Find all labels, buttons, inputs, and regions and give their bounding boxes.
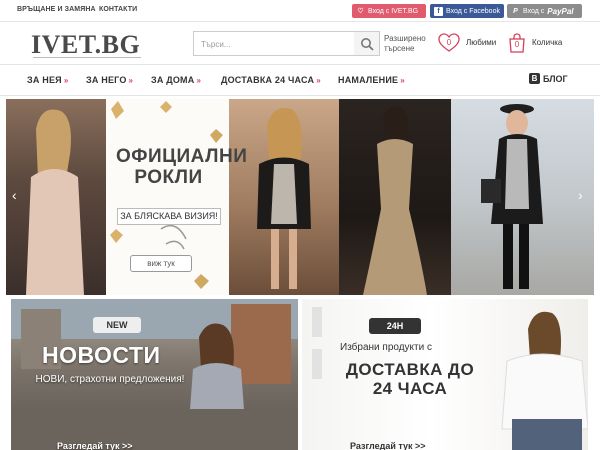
paypal-icon: P (513, 7, 518, 15)
favorites-label[interactable]: Любими (466, 38, 496, 47)
nav-label: ЗА НЕГО (86, 75, 127, 85)
chevron-right-icon: » (400, 76, 405, 85)
promo-new-link[interactable]: Разгледай тук >> (57, 441, 133, 450)
login-facebook-label: Вход с Facebook (446, 7, 500, 15)
promo-new-title: НОВОСТИ (42, 342, 161, 368)
paypal-brand: PayPal (547, 6, 574, 16)
promo-new-subtitle: НОВИ, страхотни предложения! (35, 374, 185, 385)
promo-new-arrivals[interactable]: NEW НОВОСТИ НОВИ, страхотни предложения!… (11, 299, 298, 450)
nav-label: ДОСТАВКА 24 ЧАСА (221, 75, 315, 85)
chevron-right-icon: » (316, 76, 321, 85)
nav-label: НАМАЛЕНИЕ (338, 75, 399, 85)
chevron-right-icon: » (128, 76, 134, 85)
nav-label: ЗА НЕЯ (27, 75, 62, 85)
nav-label: ЗА ДОМА (151, 75, 195, 85)
hero-tagline: ЗА БЛЯСКАВА ВИЗИЯ! (117, 208, 221, 225)
slider-prev-arrow-icon[interactable]: ‹ (12, 187, 24, 207)
chevron-right-icon: » (63, 76, 69, 85)
24h-badge: 24H (369, 318, 421, 334)
favorites-count: 0 (446, 38, 452, 47)
hero-view-button[interactable]: виж тук (130, 255, 192, 272)
login-ivet-button[interactable]: ♡ Вход с IVET.BG (352, 4, 426, 18)
nav-item-for-her[interactable]: ЗА НЕЯ» (27, 75, 68, 85)
facebook-icon: f (434, 6, 443, 16)
advanced-search-line1: Разширено (384, 34, 426, 43)
returns-link[interactable]: ВРЪЩАНЕ И ЗАМЯНА (17, 6, 96, 13)
site-logo[interactable]: IVET.BG (31, 30, 140, 60)
promo-24h-link[interactable]: Разгледай тук >> (350, 441, 426, 450)
search-input[interactable]: Търси... (193, 31, 355, 56)
nav-item-sale[interactable]: НАМАЛЕНИЕ» (338, 75, 405, 85)
cart-label[interactable]: Количка (532, 38, 562, 47)
nav-item-home[interactable]: ЗА ДОМА» (151, 75, 201, 85)
slider-next-arrow-icon[interactable]: › (578, 187, 590, 207)
chevron-right-icon: » (196, 76, 202, 85)
login-paypal-button[interactable]: P Вход с PayPal (507, 4, 582, 18)
promo-24h-delivery[interactable]: 24H Избрани продукти с ДОСТАВКА ДО 24 ЧА… (302, 299, 588, 450)
hero-photo-2 (229, 99, 339, 295)
hero-slider[interactable]: ОФИЦИАЛНИ РОКЛИ ЗА БЛЯСКАВА ВИЗИЯ! виж т… (6, 99, 594, 295)
hero-photo-4 (451, 99, 594, 295)
login-facebook-button[interactable]: f Вход с Facebook (430, 4, 504, 18)
main-nav: ЗА НЕЯ» ЗА НЕГО» ЗА ДОМА» ДОСТАВКА 24 ЧА… (0, 64, 600, 96)
login-paypal-label: Вход с (523, 7, 545, 15)
nav-item-delivery-24h[interactable]: ДОСТАВКА 24 ЧАСА» (221, 75, 321, 85)
contacts-link[interactable]: КОНТАКТИ (99, 6, 137, 13)
ivet-icon: ♡ (357, 8, 364, 15)
nav-item-blog[interactable]: B БЛОГ (529, 73, 568, 84)
blogger-icon: B (529, 73, 540, 84)
top-bar: ВРЪЩАНЕ И ЗАМЯНА КОНТАКТИ ♡ Вход с IVET.… (0, 0, 600, 22)
hero-photo-3 (339, 99, 451, 295)
search-icon (360, 37, 374, 51)
advanced-search-link[interactable]: Разширено търсене (384, 34, 426, 54)
new-badge: NEW (93, 317, 141, 333)
hero-title: ОФИЦИАЛНИ РОКЛИ (116, 146, 248, 188)
cart-count: 0 (514, 40, 520, 49)
nav-item-for-him[interactable]: ЗА НЕГО» (86, 75, 133, 85)
advanced-search-line2: търсене (384, 44, 415, 53)
blog-label: БЛОГ (543, 73, 568, 84)
search-button[interactable] (354, 31, 380, 56)
logo-underline (33, 57, 141, 58)
promo-24h-title: ДОСТАВКА ДО 24 ЧАСА (345, 360, 475, 398)
promo-24h-pretitle: Избрани продукти с (340, 342, 432, 353)
login-ivet-label: Вход с IVET.BG (368, 7, 419, 15)
